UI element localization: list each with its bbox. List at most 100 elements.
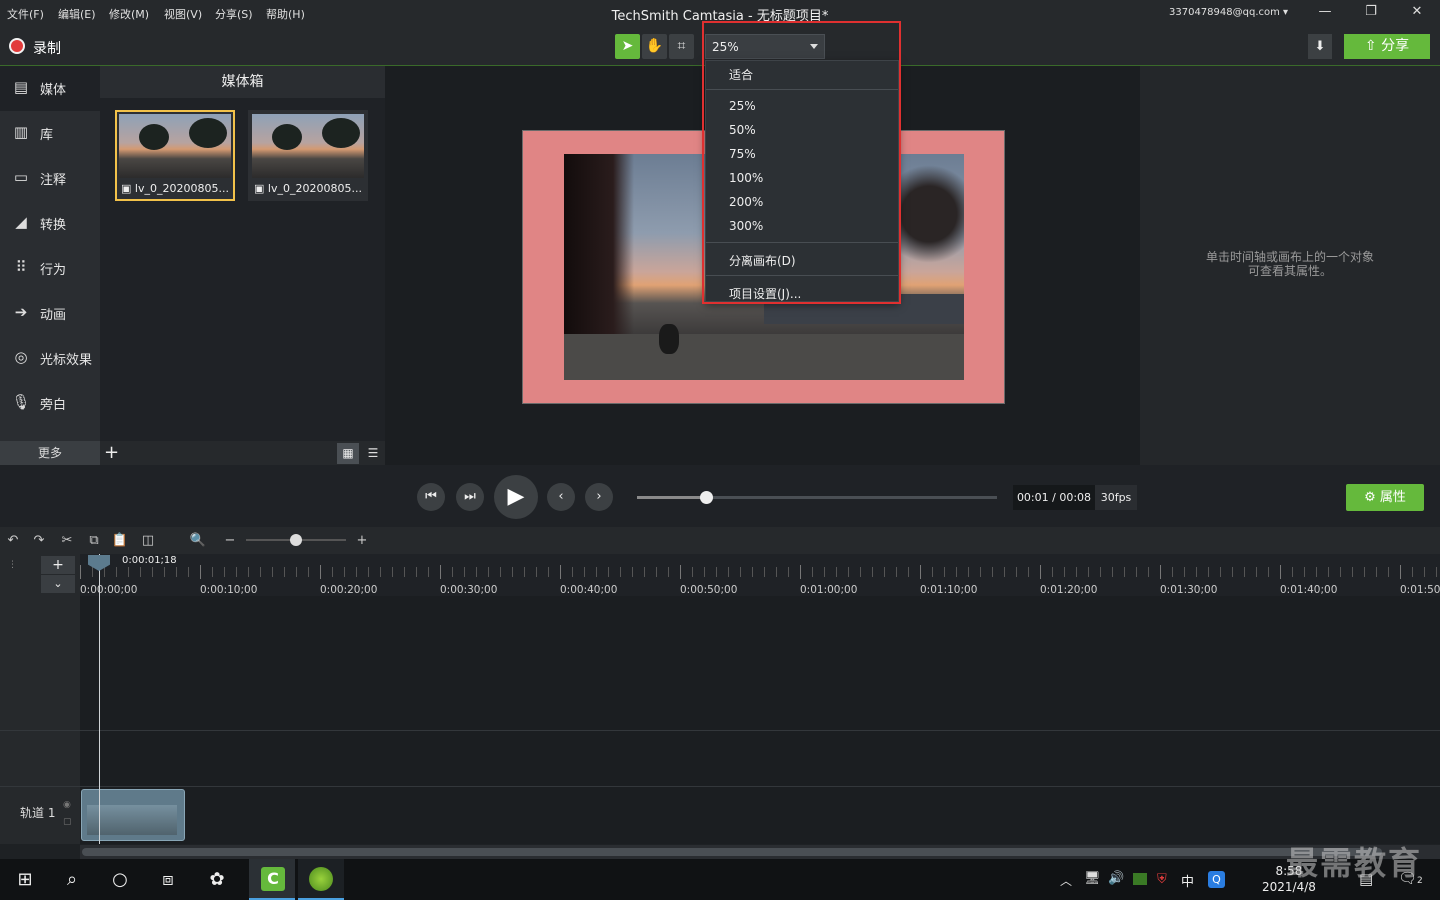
camtasia-icon: C (261, 867, 285, 891)
account-menu[interactable]: 3370478948@qq.com ▾ (1169, 7, 1288, 18)
redo-button[interactable]: ↷ (30, 532, 48, 550)
playback-progress (637, 496, 706, 499)
network-icon[interactable]: 🖥 (1084, 871, 1101, 886)
media-clip-thumbnail[interactable]: ▣ lv_0_20200805... (115, 110, 235, 201)
timeline-zoom-knob[interactable] (290, 534, 302, 546)
track-height-slider[interactable]: ⋮ (8, 560, 18, 590)
ruler-tick (1388, 567, 1389, 577)
ruler-tick (1196, 567, 1197, 577)
ruler-tick (476, 567, 477, 577)
ruler-time-label: 0:01:30;00 (1160, 584, 1218, 596)
cut-button[interactable]: ✂ (58, 532, 76, 550)
search-icon[interactable]: ⌕ (57, 865, 87, 895)
ruler-tick (1376, 567, 1377, 577)
ruler-tick (656, 567, 657, 577)
ruler-tick (332, 567, 333, 577)
chevron-down-icon: ⌄ (53, 577, 63, 590)
ruler-tick (560, 565, 561, 579)
fps-display: 30fps (1095, 485, 1137, 510)
ruler-tick (596, 567, 597, 577)
security-shield-icon[interactable]: ⛨ (1157, 872, 1167, 887)
zoom-out-button[interactable]: − (221, 532, 239, 550)
camtasia-taskbar-item[interactable]: C (249, 859, 295, 900)
sidebar-item-label: 行为 (40, 263, 67, 278)
chevron-up-icon[interactable]: ︿ (1060, 872, 1072, 889)
grid-view-button[interactable]: ▦ (337, 443, 359, 464)
sidebar-item-transitions[interactable]: ◢ 转换 (0, 201, 100, 246)
properties-button[interactable]: ⚙ 属性 (1346, 484, 1424, 511)
ime-indicator[interactable]: 中 (1181, 871, 1194, 890)
sidebar-item-label: 动画 (40, 308, 67, 323)
media-clip-thumbnail[interactable]: ▣ lv_0_20200805... (248, 110, 368, 201)
collapse-tracks-button[interactable]: ⌄ (41, 575, 75, 593)
pan-tool-button[interactable]: ✋ (642, 34, 667, 59)
download-button[interactable]: ⬇ (1308, 34, 1332, 59)
ruler-time-label: 0:01:10;00 (920, 584, 978, 596)
minimize-button[interactable]: — (1313, 4, 1337, 24)
sidebar-item-label: 库 (40, 128, 54, 143)
close-button[interactable]: ✕ (1405, 4, 1429, 24)
ruler-tick (188, 567, 189, 577)
zoom-in-button[interactable]: + (353, 532, 371, 550)
crop-tool-button[interactable]: ⌗ (669, 34, 694, 59)
redo-icon: ↷ (33, 533, 45, 548)
previous-marker-button[interactable]: ‹ (547, 483, 575, 511)
play-button[interactable]: ▶ (494, 475, 538, 519)
step-back-button[interactable]: ⏮ (417, 483, 445, 511)
select-tool-button[interactable]: ➤ (615, 34, 640, 59)
timeline-scroll-thumb[interactable] (82, 848, 1382, 856)
zoom-timeline-button[interactable]: 🔍 (189, 532, 207, 550)
list-view-button[interactable]: ☰ (362, 443, 384, 464)
step-forward-button[interactable]: ⏭ (456, 483, 484, 511)
record-label[interactable]: 录制 (33, 38, 61, 58)
ruler-tick (968, 567, 969, 577)
sidebar-item-annotations[interactable]: ▭ 注释 (0, 156, 100, 201)
share-button[interactable]: ⇧ 分享 (1344, 34, 1430, 59)
qq-icon[interactable]: Q (1208, 871, 1225, 888)
next-marker-button[interactable]: › (585, 483, 613, 511)
media-app-taskbar-item[interactable] (298, 859, 344, 900)
ruler-tick (632, 567, 633, 577)
volume-icon[interactable]: 🔊 (1108, 871, 1124, 886)
add-track-button[interactable]: + (41, 556, 75, 574)
eye-icon[interactable]: ◉ (63, 800, 71, 810)
ruler-tick (1328, 567, 1329, 577)
ruler-tick (1112, 567, 1113, 577)
ruler-tick (1100, 567, 1101, 577)
restore-button[interactable]: ❐ (1359, 4, 1383, 24)
add-media-button[interactable]: + (104, 443, 119, 463)
sidebar-item-cursor-effects[interactable]: ◎ 光标效果 (0, 336, 100, 381)
highlight-box (702, 21, 901, 304)
sidebar-item-library[interactable]: ▥ 库 (0, 111, 100, 156)
ruler-tick (104, 567, 105, 577)
scrubber-knob[interactable] (700, 491, 713, 504)
task-view-icon[interactable]: ⧈ (153, 865, 183, 895)
properties-hint: 单击时间轴或画布上的一个对象 可查看其属性。 (1205, 250, 1374, 278)
app-pinwheel-icon[interactable]: ✿ (202, 865, 232, 895)
nvidia-icon[interactable] (1133, 873, 1147, 885)
ruler-tick (92, 567, 93, 577)
copy-button[interactable]: ⧉ (85, 532, 103, 550)
record-icon[interactable] (9, 38, 25, 54)
sidebar-item-behaviors[interactable]: ⠿ 行为 (0, 246, 100, 291)
ruler-tick (1400, 565, 1401, 579)
undo-button[interactable]: ↶ (4, 532, 22, 550)
ruler-tick (716, 567, 717, 577)
split-button[interactable]: ◫ (139, 532, 157, 550)
windows-start-icon[interactable]: ⊞ (10, 865, 40, 895)
sidebar-item-voice-narration[interactable]: 🎙 旁白 (0, 381, 100, 426)
ruler-tick (776, 567, 777, 577)
ruler-tick (260, 567, 261, 577)
share-label: 分享 (1381, 38, 1410, 54)
timeline-tracks[interactable] (80, 596, 1440, 844)
video-icon: ▣ (254, 182, 265, 195)
timeline-clip[interactable] (81, 789, 185, 841)
sidebar-item-media[interactable]: ▤ 媒体 (0, 66, 100, 111)
paste-button[interactable]: 📋 (111, 532, 129, 550)
ruler-tick (896, 567, 897, 577)
sidebar-item-animations[interactable]: ➔ 动画 (0, 291, 100, 336)
cortana-icon[interactable]: ○ (105, 865, 135, 895)
more-button[interactable]: 更多 (0, 441, 100, 465)
lock-icon[interactable]: ▢ (63, 817, 72, 827)
transition-icon: ◢ (15, 213, 27, 231)
